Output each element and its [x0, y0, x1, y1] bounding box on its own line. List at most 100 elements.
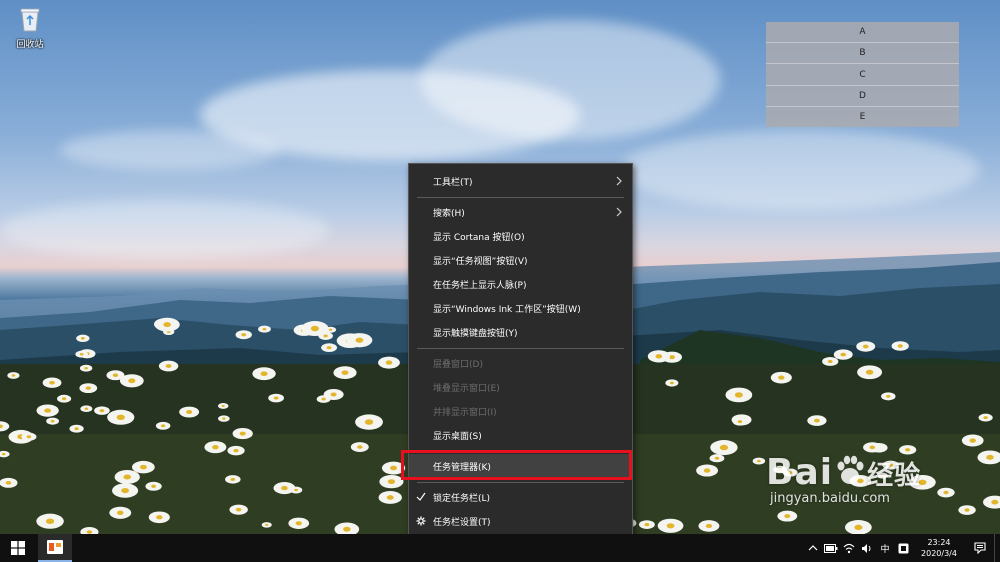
menu-separator: [417, 482, 624, 483]
daisy-flower: [179, 406, 200, 418]
menu-item-show-desktop[interactable]: 显示桌面(S): [409, 423, 632, 447]
daisy-flower: [891, 341, 909, 351]
daisy-flower: [227, 445, 245, 456]
start-button[interactable]: [0, 534, 36, 562]
daisy-flower: [752, 457, 766, 465]
watermark-logo-text: Bai: [766, 452, 834, 493]
daisy-flower: [833, 349, 853, 360]
daisy-flower: [725, 387, 753, 403]
clock-date: 2020/3/4: [921, 549, 957, 558]
taskbar-clock[interactable]: 23:24 2020/3/4: [912, 537, 966, 559]
annotation-row: D: [766, 86, 959, 107]
daisy-flower: [46, 417, 60, 425]
daisy-flower: [94, 406, 110, 415]
battery-icon: [824, 543, 838, 553]
daisy-flower: [863, 442, 882, 453]
show-hidden-icons-button[interactable]: [804, 534, 822, 562]
app-icon: [47, 540, 63, 554]
daisy-flower: [937, 487, 955, 498]
annotation-panel: A B C D E: [766, 22, 959, 127]
daisy-flower: [261, 522, 272, 528]
daisy-flower: [235, 330, 252, 340]
menu-item-task-manager[interactable]: 任务管理器(K): [409, 454, 632, 478]
annotation-row: C: [766, 64, 959, 86]
volume-icon: [862, 543, 871, 553]
volume-button[interactable]: [858, 534, 876, 562]
daisy-flower: [112, 483, 139, 498]
daisy-flower: [132, 460, 155, 474]
menu-item-toolbars[interactable]: 工具栏(T): [409, 169, 632, 193]
menu-item-show-windows-ink[interactable]: 显示“Windows Ink 工作区”按钮(W): [409, 296, 632, 320]
menu-item-label: 搜索(H): [433, 208, 465, 219]
daisy-flower: [268, 393, 285, 403]
daisy-flower: [232, 428, 253, 440]
clock-time: 23:24: [927, 538, 951, 547]
menu-item-label: 任务栏设置(T): [433, 517, 491, 528]
daisy-flower: [80, 405, 93, 413]
show-desktop-button[interactable]: [994, 534, 1000, 562]
chevron-up-icon: [808, 545, 818, 551]
daisy-flower: [217, 403, 229, 409]
system-tray: 中 23:24 2020/3/4: [804, 534, 1000, 562]
menu-item-taskbar-settings[interactable]: 任务栏设置(T): [409, 509, 632, 533]
annotation-row: E: [859, 111, 866, 122]
daisy-flower: [288, 517, 310, 529]
daisy-flower: [79, 364, 93, 372]
menu-item-lock-taskbar[interactable]: 锁定任务栏(L): [409, 485, 632, 509]
action-center-button[interactable]: [966, 534, 994, 562]
daisy-flower: [346, 333, 373, 348]
daisy-flower: [978, 413, 993, 422]
daisy-flower: [36, 513, 64, 529]
daisy-flower: [289, 486, 303, 494]
daisy-flower: [379, 475, 404, 489]
annotation-row: B: [766, 43, 959, 65]
menu-item-show-cortana[interactable]: 显示 Cortana 按钮(O): [409, 224, 632, 248]
daisy-flower: [709, 454, 725, 463]
daisy-flower: [333, 366, 357, 380]
paw-icon: [837, 455, 864, 484]
daisy-flower: [42, 377, 62, 388]
menu-item-show-task-view[interactable]: 显示“任务视图”按钮(V): [409, 248, 632, 272]
daisy-flower: [378, 491, 402, 504]
menu-item-label: 显示“任务视图”按钮(V): [433, 256, 528, 267]
taskbar-context-menu: 工具栏(T) 搜索(H) 显示 Cortana 按钮(O) 显示“任务视图”按钮…: [408, 163, 633, 541]
menu-item-cascade-windows: 层叠窗口(D): [409, 351, 632, 375]
network-icon: [843, 543, 855, 553]
daisy-flower: [696, 464, 719, 477]
menu-item-label: 显示触摸键盘按钮(Y): [433, 328, 518, 339]
menu-item-label: 任务管理器(K): [433, 462, 491, 473]
menu-item-show-people[interactable]: 在任务栏上显示人脉(P): [409, 272, 632, 296]
notification-icon: [974, 542, 986, 554]
menu-item-label: 显示桌面(S): [433, 431, 482, 442]
recycle-bin-shortcut[interactable]: 回收站: [10, 6, 50, 50]
recycle-bin-label: 回收站: [16, 40, 44, 50]
daisy-flower: [7, 372, 20, 379]
daisy-flower: [807, 415, 827, 426]
daisy-flower: [857, 365, 883, 380]
watermark-url: jingyan.baidu.com: [770, 491, 890, 506]
daisy-flower: [204, 441, 227, 454]
daisy-flower: [378, 356, 400, 369]
daisy-flower: [710, 440, 738, 456]
menu-item-search[interactable]: 搜索(H): [409, 200, 632, 224]
menu-item-label: 层叠窗口(D): [433, 359, 483, 370]
taskbar-app-button[interactable]: [38, 534, 72, 562]
taskbar[interactable]: 中 23:24 2020/3/4: [0, 534, 1000, 562]
menu-item-label: 在任务栏上显示人脉(P): [433, 280, 527, 291]
menu-item-label: 锁定任务栏(L): [433, 493, 491, 504]
watermark-logo-text2: 经验: [867, 461, 922, 491]
network-button[interactable]: [840, 534, 858, 562]
battery-button[interactable]: [822, 534, 840, 562]
ime-button[interactable]: 中: [876, 534, 894, 562]
daisy-flower: [381, 461, 406, 475]
daisy-flower: [350, 442, 369, 452]
daisy-flower: [21, 432, 37, 441]
input-mode-button[interactable]: [894, 534, 912, 562]
menu-item-show-touch-keyboard[interactable]: 显示触摸键盘按钮(Y): [409, 320, 632, 344]
daisy-flower: [657, 518, 684, 533]
daisy-flower: [961, 434, 984, 447]
menu-item-label: 显示“Windows Ink 工作区”按钮(W): [433, 304, 581, 315]
daisy-flower: [698, 520, 720, 532]
menu-item-label: 并排显示窗口(I): [433, 407, 497, 418]
recycle-bin-icon: [20, 8, 40, 32]
